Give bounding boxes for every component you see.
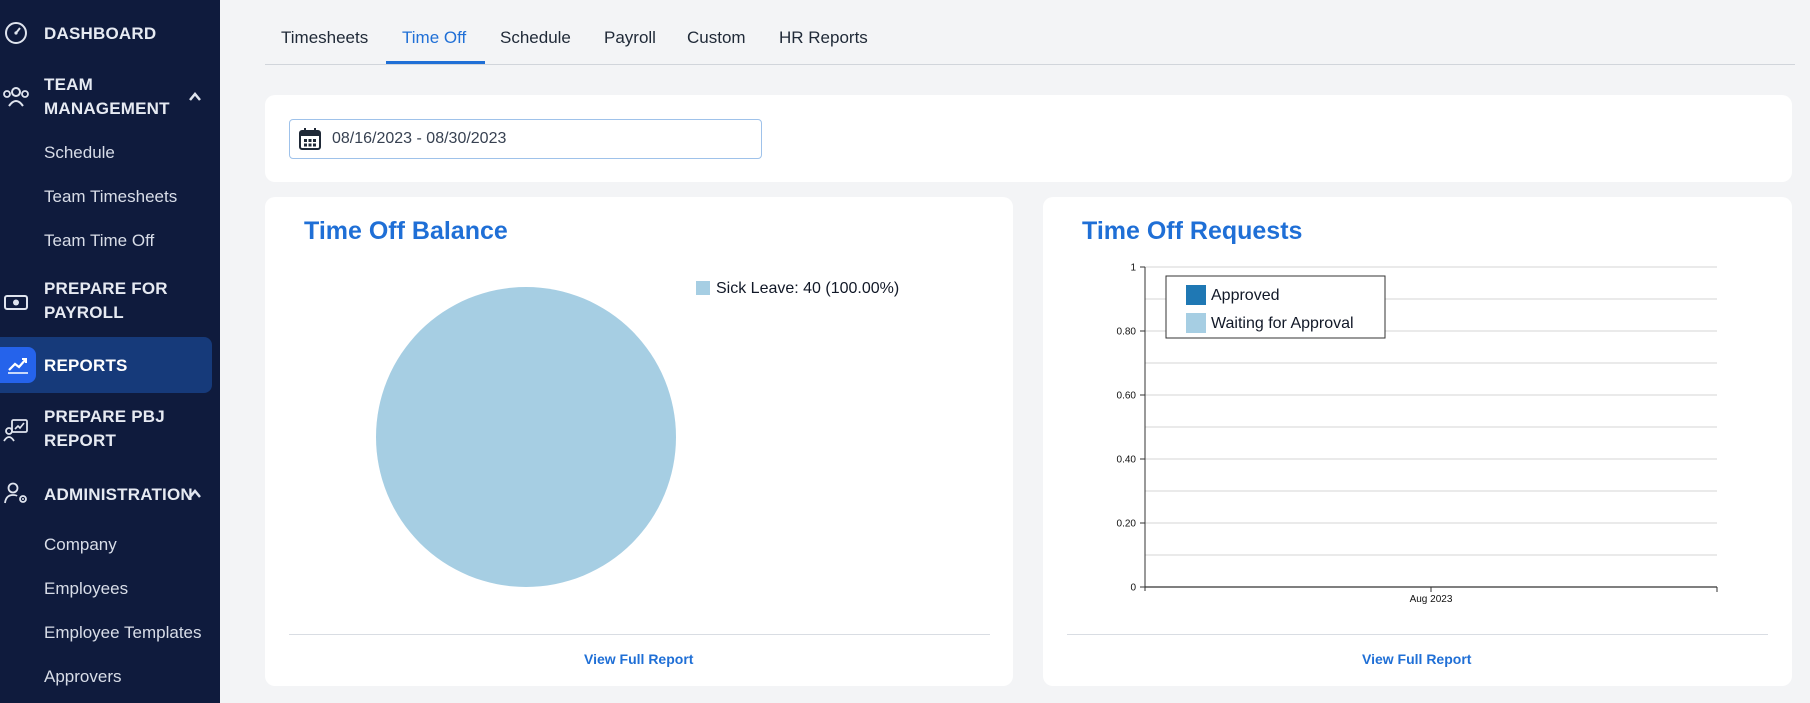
bar-legend-label: Approved: [1211, 287, 1280, 304]
nav-prepare-pbj-report-label: PREPARE PBJ REPORT: [44, 407, 165, 450]
nav-reports-label: REPORTS: [44, 356, 128, 375]
y-tick-label: 0.60: [1117, 391, 1137, 402]
tab-hr-reports[interactable]: HR Reports: [779, 28, 868, 48]
date-range-picker[interactable]: 08/16/2023 - 08/30/2023: [289, 119, 762, 159]
nav-prepare-for-payroll[interactable]: PREPARE FOR PAYROLL: [0, 277, 220, 327]
nav-team-time-off[interactable]: Team Time Off: [44, 229, 154, 253]
nav-reports[interactable]: REPORTS: [0, 353, 220, 379]
tab-custom[interactable]: Custom: [687, 28, 746, 48]
nav-team-timesheets[interactable]: Team Timesheets: [44, 185, 177, 209]
nav-employee-templates[interactable]: Employee Templates: [44, 621, 202, 645]
report-tabs: Timesheets Time Off Schedule Payroll Cus…: [265, 0, 1795, 65]
bar-legend-label: Waiting for Approval: [1211, 315, 1354, 332]
nav-administration-label: ADMINISTRATION: [44, 485, 193, 504]
balance-view-full-report-link[interactable]: View Full Report: [584, 651, 693, 667]
y-tick-label: 0.20: [1117, 519, 1137, 530]
x-tick-label: Aug 2023: [1410, 594, 1453, 605]
nav-company[interactable]: Company: [44, 533, 117, 557]
date-range-value: 08/16/2023 - 08/30/2023: [332, 130, 507, 147]
time-off-requests-chart: 0 0.20 0.40 0.60 0.80 1 Aug 2023 Approved Waiti…: [1117, 263, 1718, 605]
requests-card-divider: [1067, 634, 1768, 635]
pie-chart: [376, 287, 676, 587]
nav-prepare-for-payroll-label: PREPARE FOR PAYROLL: [44, 279, 168, 322]
y-tick-label: 0.80: [1117, 327, 1137, 338]
team-icon: [0, 83, 32, 109]
bar-legend-swatch: [1186, 285, 1206, 305]
nav-team-management[interactable]: TEAM MANAGEMENT: [0, 73, 220, 123]
nav-schedule[interactable]: Schedule: [44, 141, 115, 165]
nav-administration[interactable]: ADMINISTRATION: [0, 480, 220, 506]
pie-legend-swatch: [696, 281, 710, 295]
sidebar: DASHBOARD TEAM MANAGEMENT Schedule Team …: [0, 0, 220, 703]
tab-time-off[interactable]: Time Off: [402, 28, 466, 48]
tab-timesheets[interactable]: Timesheets: [281, 28, 368, 48]
balance-card-divider: [289, 634, 990, 635]
pie-legend: Sick Leave: 40 (100.00%): [696, 280, 899, 297]
nav-employees[interactable]: Employees: [44, 577, 128, 601]
user-gear-icon: [0, 480, 32, 506]
bar-legend: Approved Waiting for Approval: [1165, 275, 1386, 339]
money-icon: [0, 289, 32, 315]
nav-dashboard[interactable]: DASHBOARD: [0, 20, 220, 46]
gauge-icon: [0, 20, 32, 46]
y-tick-label: 0: [1130, 583, 1136, 594]
calendar-icon: [299, 128, 321, 150]
y-tick-label: 1: [1130, 263, 1136, 274]
tab-payroll[interactable]: Payroll: [604, 28, 656, 48]
nav-prepare-pbj-report[interactable]: PREPARE PBJ REPORT: [0, 405, 220, 455]
y-tick-label: 0.40: [1117, 455, 1137, 466]
nav-dashboard-label: DASHBOARD: [44, 24, 157, 43]
nav-team-management-label: TEAM MANAGEMENT: [44, 75, 170, 118]
report-icon: [0, 417, 32, 443]
pie-legend-label: Sick Leave: 40 (100.00%): [716, 280, 899, 297]
pie-slice-0[interactable]: [376, 287, 676, 587]
nav-approvers[interactable]: Approvers: [44, 665, 121, 689]
chevron-up-icon[interactable]: [187, 486, 203, 502]
tab-schedule[interactable]: Schedule: [500, 28, 571, 48]
time-off-balance-chart: Sick Leave: 40 (100.00%): [376, 280, 899, 587]
bar-legend-swatch: [1186, 313, 1206, 333]
requests-view-full-report-link[interactable]: View Full Report: [1362, 651, 1471, 667]
active-tab-indicator: [386, 61, 485, 64]
chevron-up-icon[interactable]: [187, 89, 203, 105]
